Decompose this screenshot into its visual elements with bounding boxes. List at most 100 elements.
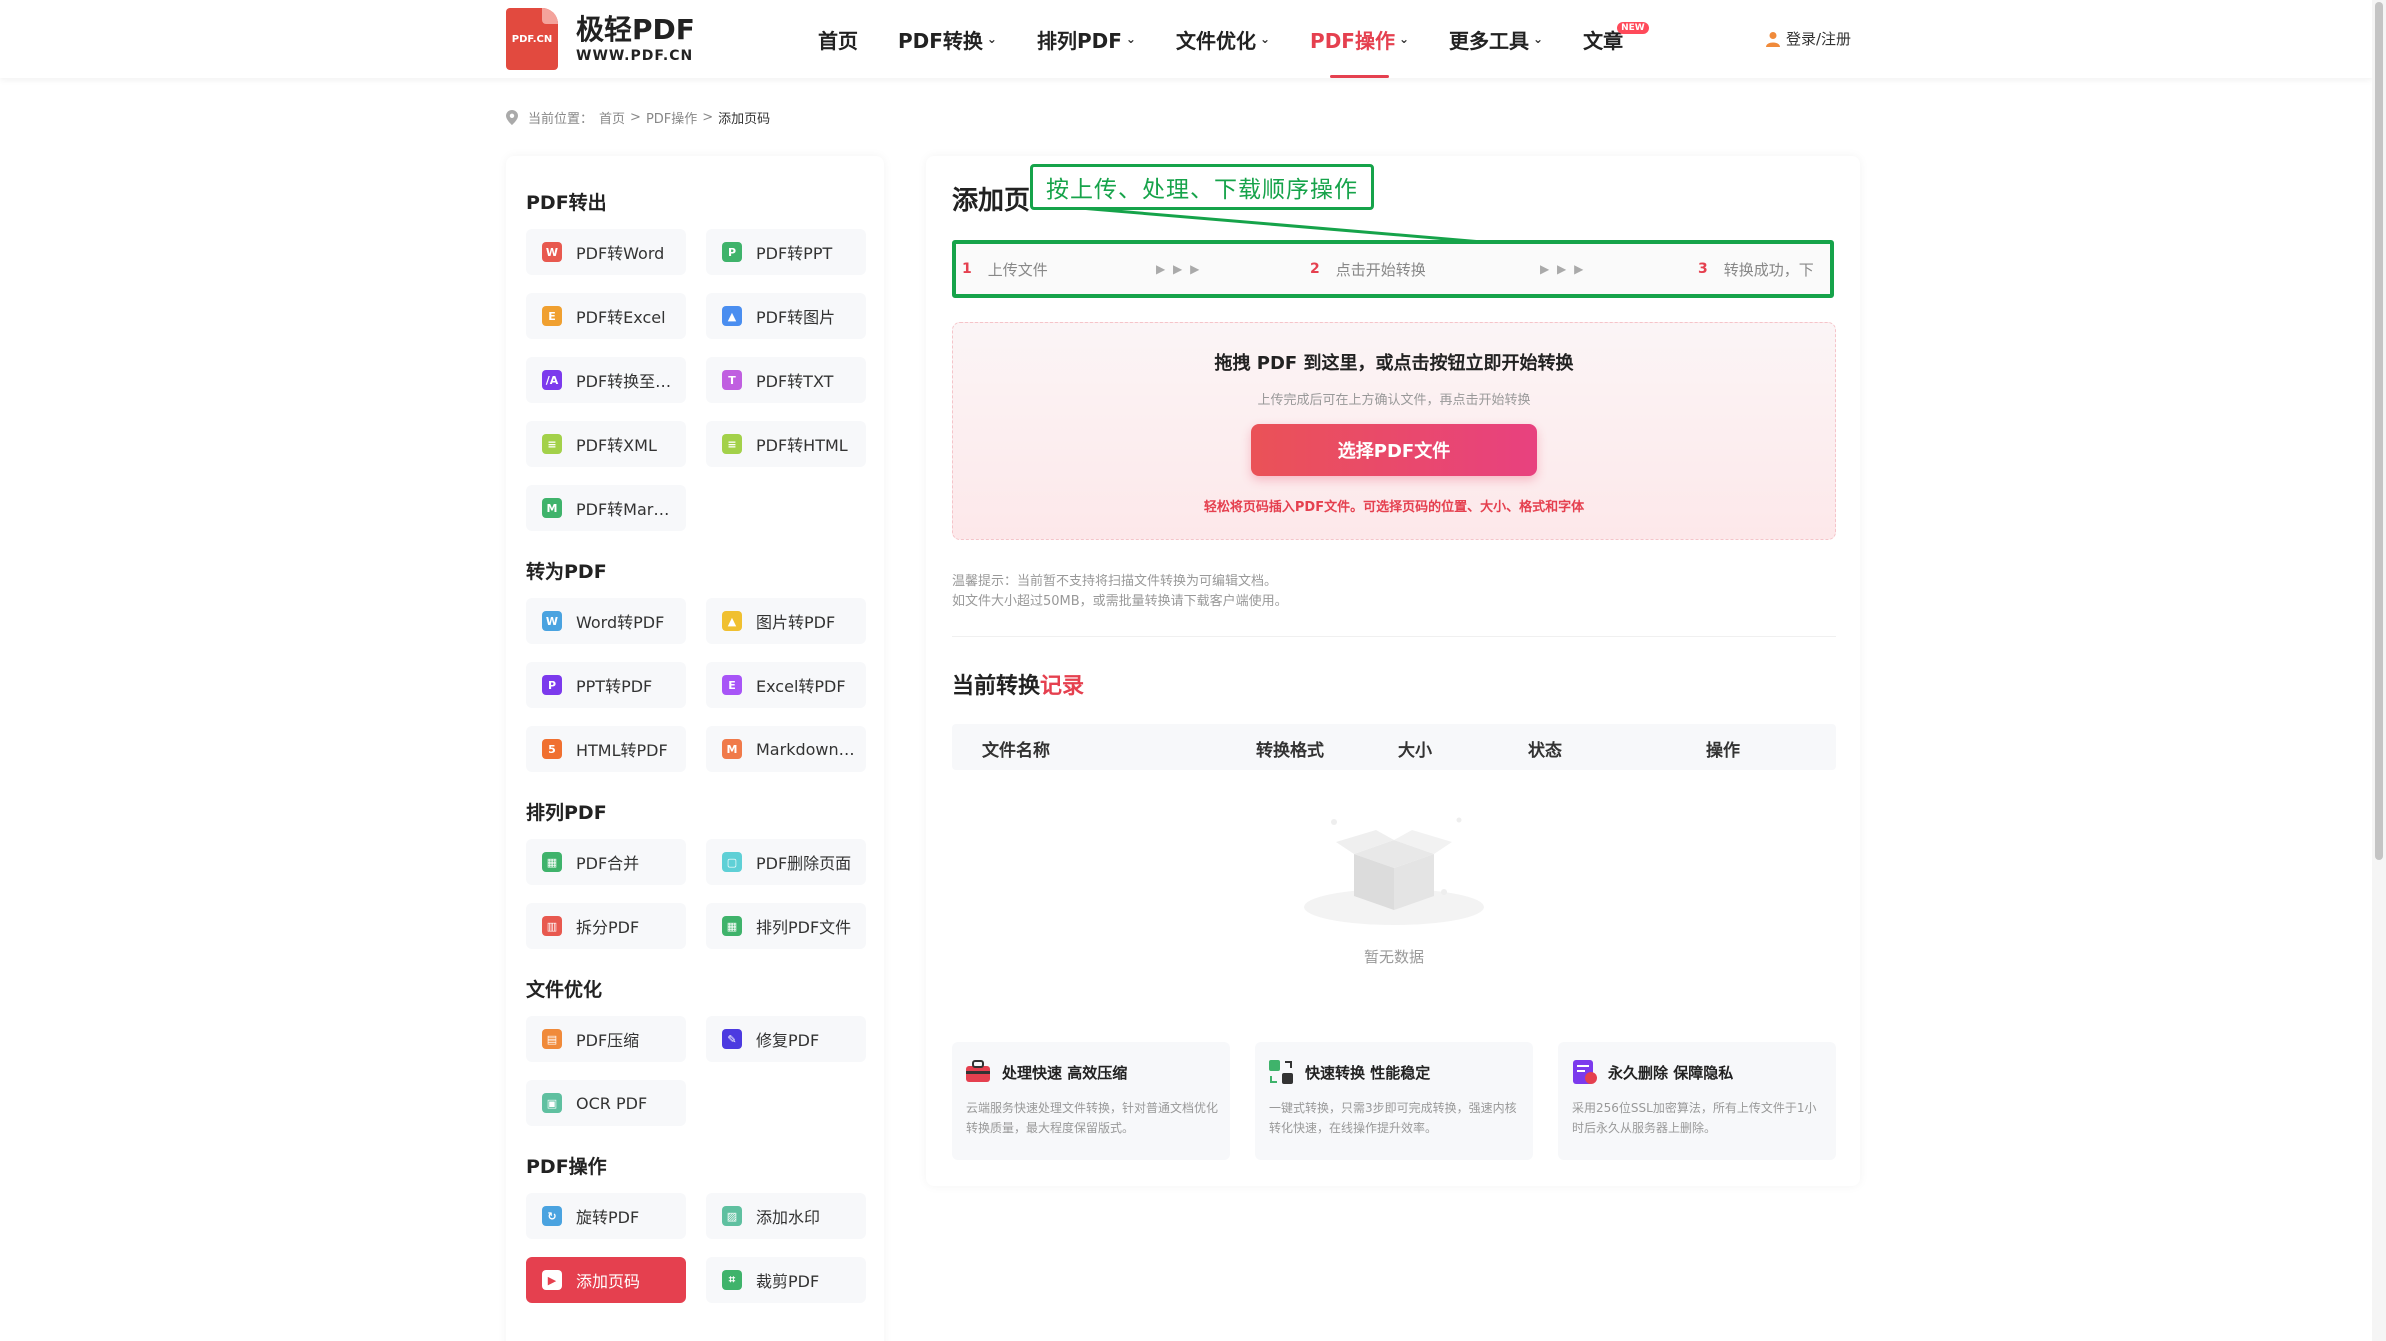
nav-item-0[interactable]: 首页: [818, 0, 858, 78]
xml-icon: ≡: [542, 434, 562, 454]
excel-icon: E: [722, 675, 742, 695]
sidebar-section-title: 排列PDF: [526, 802, 607, 824]
nav-item-label: PDF转换: [898, 28, 983, 53]
sidebar-item[interactable]: ▢ PDF删除页面: [706, 839, 866, 885]
sidebar-item[interactable]: W PDF转Word: [526, 229, 686, 275]
sidebar-item-label: PDF转TXT: [756, 372, 834, 391]
nav-item-label: 更多工具: [1449, 28, 1530, 53]
step-arrows-icon: ▶ ▶ ▶: [1156, 262, 1202, 276]
sidebar-item[interactable]: ▨ 添加水印: [706, 1193, 866, 1239]
sidebar-item[interactable]: W Word转PDF: [526, 598, 686, 644]
tip-line-1: 温馨提示：当前暂不支持将扫描文件转换为可编辑文档。: [952, 574, 1278, 589]
scrollbar-thumb[interactable]: [2375, 2, 2383, 860]
empty-box-illustration: [1304, 817, 1484, 925]
page-title: 添加页: [952, 186, 1031, 216]
breadcrumb-parent[interactable]: PDF操作: [646, 108, 697, 127]
nav-item-1[interactable]: PDF转换 ⌄: [898, 0, 997, 78]
login-register-link[interactable]: 登录/注册: [1766, 28, 1851, 49]
page-number-icon: ▶: [542, 1270, 562, 1290]
sidebar-item[interactable]: E Excel转PDF: [706, 662, 866, 708]
sidebar-section-title: 文件优化: [526, 979, 603, 1001]
sidebar-section-grid: ▦ PDF合并 ▢ PDF删除页面 ▥ 拆分PDF ▦ 排列PDF文件: [526, 839, 866, 949]
sidebar-item[interactable]: ↻ 旋转PDF: [526, 1193, 686, 1239]
feature-card: 快速转换 性能稳定一键式转换，只需3步即可完成转换，强速内核转化快速，在线操作提…: [1255, 1042, 1533, 1160]
logo-subtitle: WWW.PDF.CN: [576, 48, 694, 64]
markdown-icon: M: [722, 739, 742, 759]
sidebar-item-label: Excel转PDF: [756, 677, 846, 696]
annotation-label: 按上传、处理、下载顺序操作: [1030, 164, 1374, 210]
sidebar-item[interactable]: P PPT转PDF: [526, 662, 686, 708]
sidebar-item-label: 裁剪PDF: [756, 1272, 820, 1291]
chevron-down-icon: ⌄: [1125, 32, 1136, 46]
nav-item-label: 文件优化: [1175, 28, 1256, 53]
sidebar-item[interactable]: ✎ 修复PDF: [706, 1016, 866, 1062]
feature-title: 快速转换 性能稳定: [1305, 1063, 1431, 1082]
sidebar-item[interactable]: E PDF转Excel: [526, 293, 686, 339]
nav-item-5[interactable]: 更多工具 ⌄: [1449, 0, 1543, 78]
sidebar-item[interactable]: ▥ 拆分PDF: [526, 903, 686, 949]
sidebar-item-label: 添加页码: [576, 1272, 641, 1291]
site-logo[interactable]: PDF.CN 极轻PDF WWW.PDF.CN: [506, 8, 695, 70]
nav-item-2[interactable]: 排列PDF ⌄: [1037, 0, 1136, 78]
column-header-format: 转换格式: [1256, 741, 1324, 761]
chevron-down-icon: ⌄: [1398, 32, 1410, 46]
conversion-steps: 1 上传文件 2 点击开始转换 3 转换成功，下 ▶ ▶ ▶ ▶ ▶ ▶: [952, 240, 1834, 298]
feature-head: 处理快速 高效压缩: [964, 1058, 1218, 1086]
sidebar-item[interactable]: T PDF转TXT: [706, 357, 866, 403]
breadcrumb-separator: >: [630, 110, 641, 125]
arrange-icon: ▦: [722, 916, 742, 936]
sidebar-item[interactable]: ▣ OCR PDF: [526, 1080, 686, 1126]
feature-title: 处理快速 高效压缩: [1002, 1063, 1128, 1082]
chevron-down-icon: ⌄: [986, 32, 997, 46]
breadcrumb: 当前位置： 首页 > PDF操作 > 添加页码: [506, 108, 770, 127]
empty-state-text: 暂无数据: [1363, 948, 1424, 966]
ocr-icon: ▣: [542, 1093, 562, 1113]
step-label: 转换成功，下: [1723, 260, 1814, 279]
sidebar-item[interactable]: ▤ PDF压缩: [526, 1016, 686, 1062]
select-pdf-button[interactable]: 选择PDF文件: [1251, 424, 1537, 476]
logo-badge-text: PDF.CN: [511, 34, 553, 45]
sidebar-item-label: 旋转PDF: [576, 1208, 640, 1227]
sidebar-item[interactable]: ▦ 排列PDF文件: [706, 903, 866, 949]
nav-item-4[interactable]: PDF操作 ⌄: [1310, 0, 1409, 78]
divider: [952, 636, 1836, 637]
sidebar-item-label: PDF转图片: [756, 308, 836, 327]
html-icon: ≡: [722, 434, 742, 454]
sidebar-item[interactable]: M Markdown…: [706, 726, 866, 772]
upload-dropzone[interactable]: 拖拽 PDF 到这里，或点击按钮立即开始转换 上传完成后可在上方确认文件，再点击…: [952, 322, 1836, 540]
sidebar-item[interactable]: ▲ 图片转PDF: [706, 598, 866, 644]
feature-description: 一键式转换，只需3步即可完成转换，强速内核转化快速，在线操作提升效率。: [1269, 1101, 1517, 1135]
tools-sidebar: PDF转出 W PDF转Word P PDF转PPT E PDF转Excel ▲ PDF转图片 /…: [506, 156, 884, 1341]
sidebar-item-label: HTML转PDF: [576, 741, 668, 760]
sidebar-item[interactable]: ≡ PDF转XML: [526, 421, 686, 467]
nav-item-6[interactable]: 文章 NEW: [1583, 0, 1649, 78]
step-number: 1: [962, 261, 972, 277]
sidebar-item-label: PPT转PDF: [576, 677, 653, 696]
sidebar-item[interactable]: M PDF转Mar…: [526, 485, 686, 531]
sidebar-item[interactable]: ⌗ 裁剪PDF: [706, 1257, 866, 1303]
sidebar-item[interactable]: P PDF转PPT: [706, 229, 866, 275]
user-icon: [1766, 31, 1780, 47]
sidebar-item[interactable]: 5 HTML转PDF: [526, 726, 686, 772]
sidebar-section-grid: ↻ 旋转PDF ▨ 添加水印 ▶ 添加页码 ⌗ 裁剪PDF: [526, 1193, 866, 1303]
logo-title: 极轻PDF: [576, 13, 695, 46]
sidebar-item-label: PDF转Word: [576, 244, 665, 263]
split-icon: ▥: [542, 916, 562, 936]
sidebar-item[interactable]: /A PDF转换至…: [526, 357, 686, 403]
sidebar-item-label: PDF转PPT: [756, 244, 833, 263]
txt-icon: T: [722, 370, 742, 390]
sidebar-item[interactable]: ▲ PDF转图片: [706, 293, 866, 339]
step-1: 1 上传文件: [962, 259, 1048, 280]
sidebar-section-title: PDF转出: [526, 192, 607, 214]
excel-icon: E: [542, 306, 562, 326]
sidebar-item[interactable]: ▶ 添加页码: [526, 1257, 686, 1303]
column-header-filename: 文件名称: [982, 741, 1050, 761]
pdf-logo-icon: PDF.CN: [506, 8, 558, 70]
breadcrumb-home[interactable]: 首页: [599, 108, 625, 127]
nav-item-3[interactable]: 文件优化 ⌄: [1176, 0, 1270, 78]
feature-head: 永久删除 保障隐私: [1570, 1058, 1824, 1086]
sidebar-item[interactable]: ≡ PDF转HTML: [706, 421, 866, 467]
compress-icon: ▤: [542, 1029, 562, 1049]
page-scrollbar[interactable]: [2372, 0, 2386, 1341]
sidebar-item[interactable]: ▦ PDF合并: [526, 839, 686, 885]
